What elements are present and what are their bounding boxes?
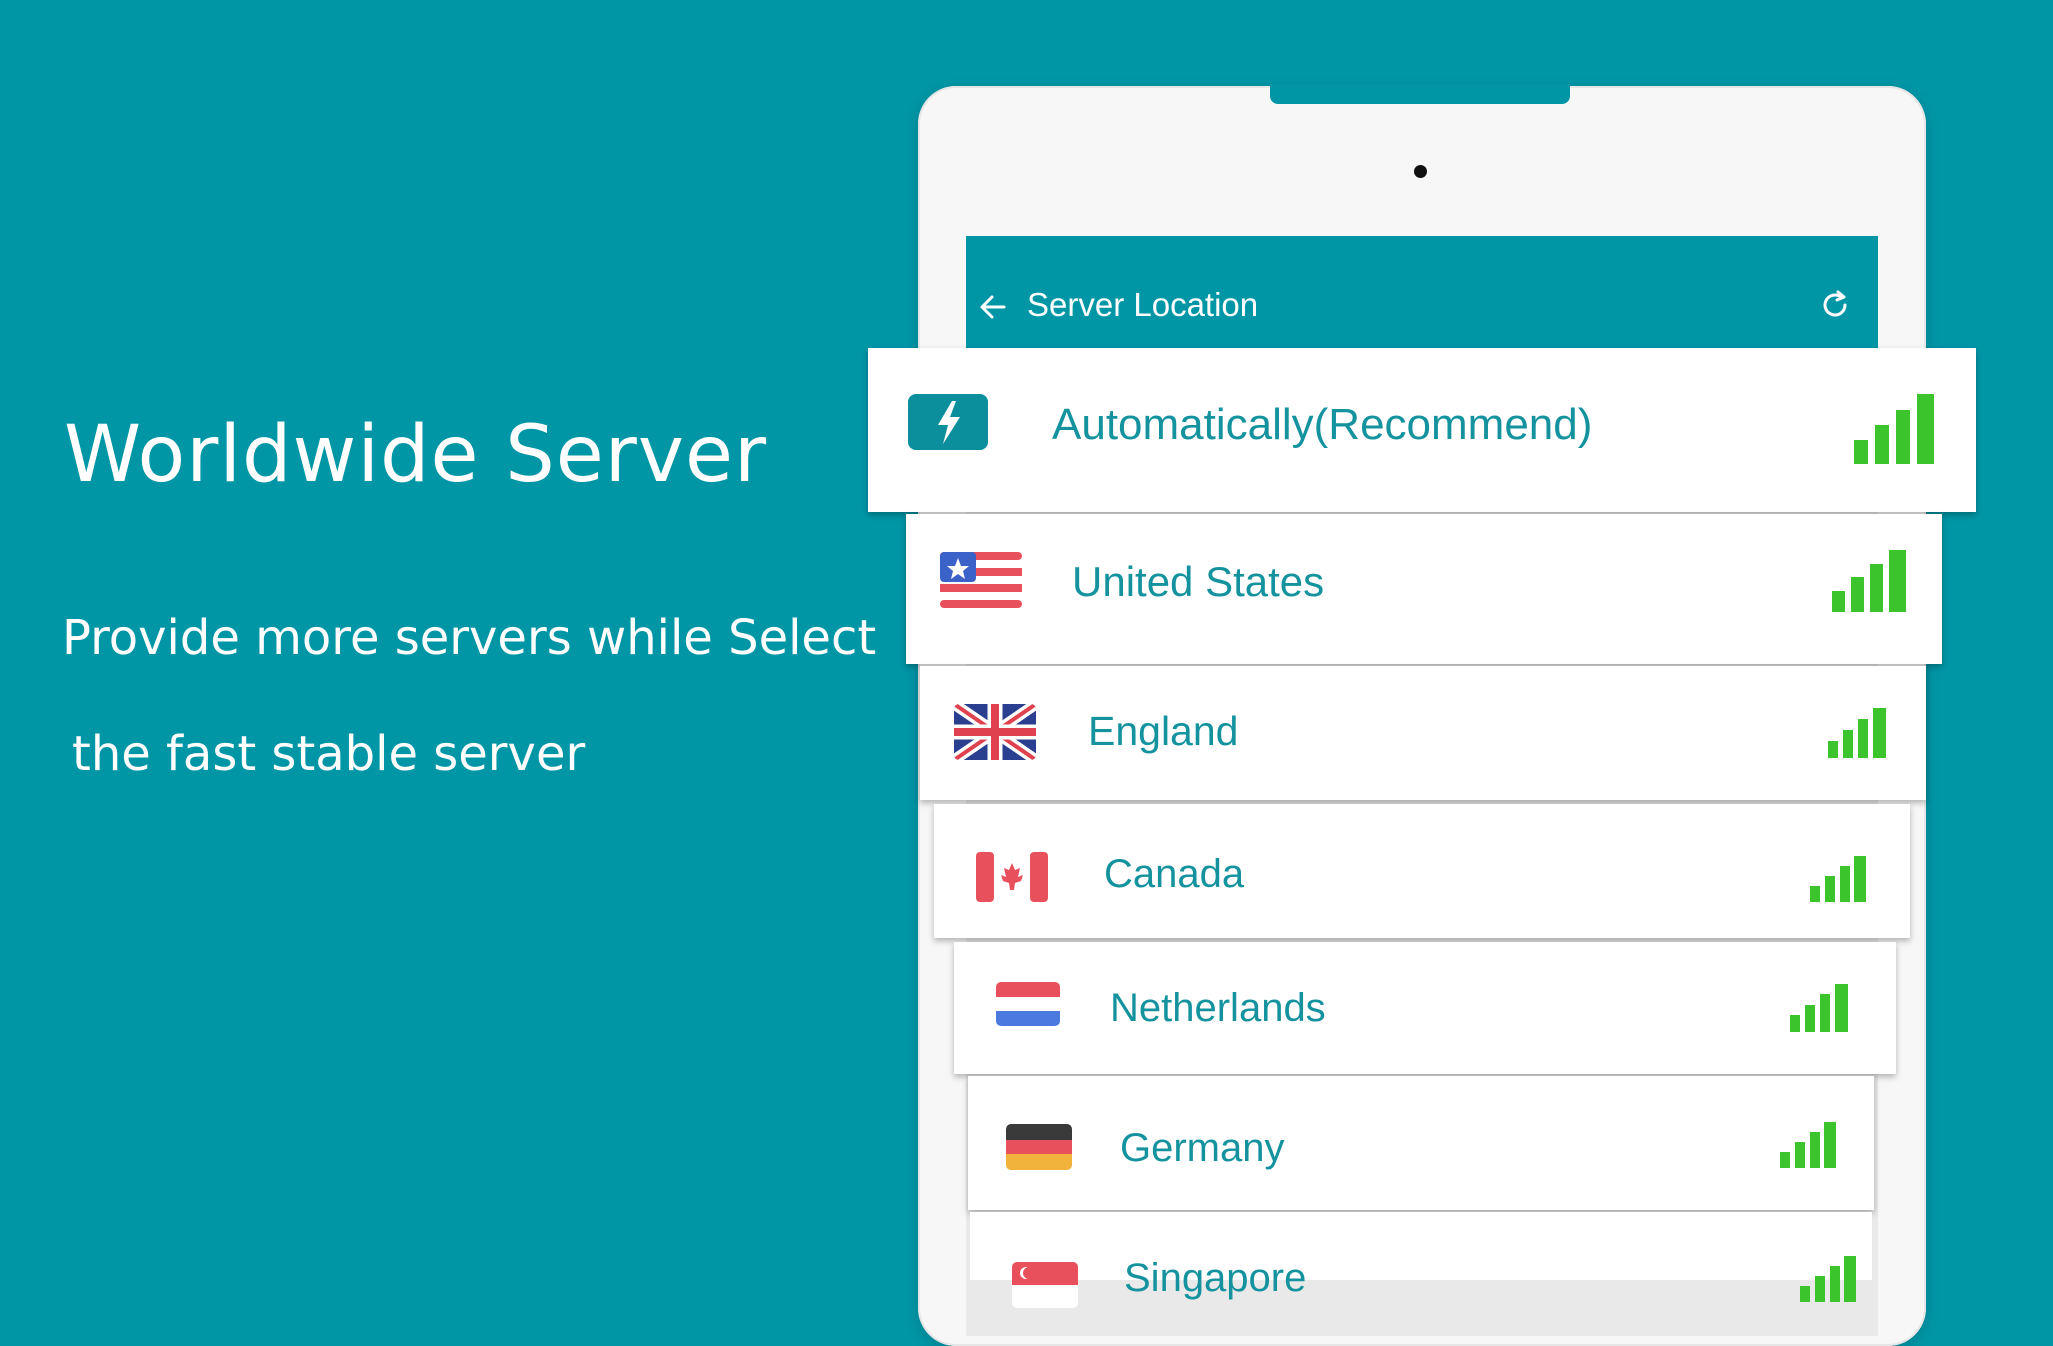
signal-strength-icon xyxy=(1854,394,1934,464)
signal-strength-icon xyxy=(1828,708,1886,758)
server-name: Automatically(Recommend) xyxy=(1052,400,1593,449)
server-name: Netherlands xyxy=(1110,986,1326,1030)
server-name: Canada xyxy=(1104,852,1245,896)
arrow-left-icon[interactable] xyxy=(976,290,1010,324)
signal-strength-icon xyxy=(1832,550,1906,612)
server-row-netherlands[interactable]: Netherlands xyxy=(954,942,1896,1074)
promo-subtitle-line-2: the fast stable server xyxy=(72,726,586,782)
server-row-england[interactable]: England xyxy=(920,666,1926,800)
server-row-auto[interactable]: Automatically(Recommend) xyxy=(868,348,1976,512)
server-name: Germany xyxy=(1120,1126,1285,1170)
camera-dot xyxy=(1414,165,1427,178)
promo-headline: Worldwide Server xyxy=(64,410,768,500)
server-name: Singapore xyxy=(1124,1256,1307,1300)
flag-united-kingdom-icon xyxy=(954,704,1036,760)
signal-strength-icon xyxy=(1790,984,1848,1032)
flag-singapore-icon xyxy=(1012,1262,1078,1308)
server-row-singapore[interactable]: Singapore xyxy=(970,1212,1872,1308)
flag-canada-icon xyxy=(976,852,1048,902)
flag-united-states-icon xyxy=(940,552,1022,608)
server-row-germany[interactable]: Germany xyxy=(968,1076,1874,1210)
signal-strength-icon xyxy=(1800,1256,1856,1302)
server-name: England xyxy=(1088,708,1239,754)
refresh-icon[interactable] xyxy=(1818,288,1852,322)
promo-subtitle-line-1: Provide more servers while Select xyxy=(62,610,877,666)
flag-germany-icon xyxy=(1006,1124,1072,1170)
server-name: United States xyxy=(1072,558,1325,605)
server-row-united-states[interactable]: United States xyxy=(906,514,1942,664)
server-row-canada[interactable]: Canada xyxy=(934,804,1910,938)
signal-strength-icon xyxy=(1810,856,1866,902)
lightning-bolt-icon xyxy=(908,394,988,450)
app-bar-title: Server Location xyxy=(1027,286,1259,323)
tablet-notch xyxy=(1270,84,1570,104)
flag-netherlands-icon xyxy=(996,982,1060,1026)
signal-strength-icon xyxy=(1780,1122,1836,1168)
